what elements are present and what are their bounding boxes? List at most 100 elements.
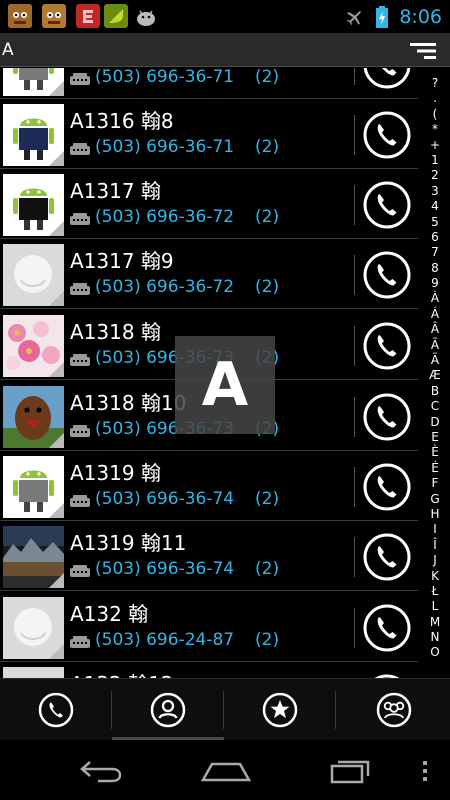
- contact-number-count: (2): [255, 277, 280, 297]
- alphabet-index-letter[interactable]: 1: [426, 153, 444, 168]
- alphabet-index-letter[interactable]: G: [426, 492, 444, 507]
- call-icon[interactable]: [362, 321, 412, 371]
- alphabet-index-letter[interactable]: 9: [426, 276, 444, 291]
- call-icon[interactable]: [362, 603, 412, 653]
- contact-phone-number: (503) 696-36-71: [95, 68, 235, 87]
- contact-row[interactable]: A1319 翰 (503) 696-36-74 (2): [0, 451, 418, 521]
- alphabet-index-letter[interactable]: 2: [426, 168, 444, 183]
- contact-row[interactable]: A1317 翰 (503) 696-36-72 (2): [0, 169, 418, 239]
- alphabet-index-letter[interactable]: À: [426, 291, 444, 306]
- alphabet-index-letter[interactable]: B: [426, 384, 444, 399]
- alphabet-index-letter[interactable]: Ä: [426, 353, 444, 368]
- alphabet-index-letter[interactable]: M: [426, 615, 444, 630]
- row-divider: [354, 255, 355, 295]
- contact-row[interactable]: A132 翰12: [0, 662, 418, 678]
- call-icon[interactable]: [362, 532, 412, 582]
- alphabet-index-letter[interactable]: Ł: [426, 584, 444, 599]
- alphabet-index-letter[interactable]: *: [426, 122, 444, 137]
- alphabet-index-letter[interactable]: 4: [426, 199, 444, 214]
- contact-avatar[interactable]: [3, 386, 64, 448]
- overflow-menu-icon[interactable]: [420, 756, 430, 786]
- alphabet-index-letter[interactable]: D: [426, 415, 444, 430]
- row-divider: [354, 185, 355, 225]
- contact-avatar[interactable]: [3, 104, 64, 166]
- row-divider: [354, 467, 355, 507]
- alphabet-index-letter[interactable]: Ã: [426, 338, 444, 353]
- contact-row[interactable]: A1319 翰11 (503) 696-36-74 (2): [0, 521, 418, 591]
- call-icon[interactable]: [362, 462, 412, 512]
- tab-contacts[interactable]: [112, 679, 224, 741]
- alphabet-index-letter[interactable]: (: [426, 107, 444, 122]
- back-icon[interactable]: [76, 756, 124, 786]
- sort-menu-icon[interactable]: [410, 41, 436, 61]
- contact-row[interactable]: A1316 翰8 (503) 696-36-71 (2): [0, 99, 418, 169]
- alphabet-index-letter[interactable]: O: [426, 645, 444, 660]
- home-icon[interactable]: [200, 756, 252, 786]
- alphabet-index-letter[interactable]: 6: [426, 230, 444, 245]
- contact-number-count: (2): [255, 137, 280, 157]
- cat-app-icon-2: [42, 4, 66, 28]
- call-icon[interactable]: [362, 250, 412, 300]
- contact-row[interactable]: (503) 696-36-71 (2): [0, 68, 418, 99]
- alphabet-index-letter[interactable]: 3: [426, 184, 444, 199]
- system-nav-bar: [0, 740, 450, 800]
- row-divider: [354, 537, 355, 577]
- fast-scroll-letter-overlay: A: [175, 336, 275, 434]
- alphabet-index-letter[interactable]: Î: [426, 538, 444, 553]
- contact-number-count: (2): [255, 68, 280, 87]
- tab-groups[interactable]: [338, 679, 450, 741]
- red-app-icon: [76, 4, 100, 28]
- contact-number-count: (2): [255, 630, 280, 650]
- call-icon[interactable]: [362, 68, 412, 90]
- alphabet-index[interactable]: ?.(* +1 2 3 4 5 6 7 8 9 À Á Â Ã Ä Æ B C D E È É F G H I Î J K Ł L M N O: [426, 76, 444, 672]
- tab-phone[interactable]: [0, 679, 112, 741]
- recent-apps-icon[interactable]: [328, 756, 372, 786]
- contact-avatar[interactable]: [3, 244, 64, 306]
- alphabet-index-letter[interactable]: E: [426, 430, 444, 445]
- phone-type-icon: [70, 425, 90, 437]
- contact-avatar[interactable]: [3, 315, 64, 377]
- call-icon[interactable]: [362, 110, 412, 160]
- alphabet-index-letter[interactable]: +: [426, 138, 444, 153]
- alphabet-index-letter[interactable]: 7: [426, 245, 444, 260]
- alphabet-index-letter[interactable]: ?: [426, 76, 444, 91]
- row-divider: [354, 326, 355, 366]
- contact-name: A1317 翰9: [70, 249, 174, 273]
- phone-type-icon: [70, 283, 90, 295]
- contact-row[interactable]: A132 翰 (503) 696-24-87 (2): [0, 592, 418, 662]
- android-icon: [134, 4, 158, 28]
- contact-avatar[interactable]: [3, 667, 64, 678]
- alphabet-index-letter[interactable]: L: [426, 599, 444, 614]
- alphabet-index-letter[interactable]: .: [426, 91, 444, 106]
- cat-app-icon: [8, 4, 32, 28]
- contact-avatar[interactable]: [3, 597, 64, 659]
- alphabet-index-letter[interactable]: F: [426, 476, 444, 491]
- alphabet-index-letter[interactable]: É: [426, 461, 444, 476]
- alphabet-index-letter[interactable]: Â: [426, 322, 444, 337]
- star-icon: [262, 692, 298, 728]
- alphabet-index-letter[interactable]: Æ: [426, 368, 444, 383]
- alphabet-index-letter[interactable]: H: [426, 507, 444, 522]
- row-divider: [354, 608, 355, 648]
- contact-name: A132 翰12: [70, 668, 174, 678]
- call-icon[interactable]: [362, 180, 412, 230]
- contact-avatar[interactable]: [3, 456, 64, 518]
- alphabet-index-letter[interactable]: È: [426, 445, 444, 460]
- contact-phone-number: (503) 696-36-71: [95, 137, 235, 157]
- alphabet-index-letter[interactable]: 5: [426, 215, 444, 230]
- tab-favorites[interactable]: [224, 679, 336, 741]
- contact-number-count: (2): [255, 207, 280, 227]
- alphabet-index-letter[interactable]: J: [426, 553, 444, 568]
- contact-avatar[interactable]: [3, 68, 64, 96]
- alphabet-index-letter[interactable]: N: [426, 630, 444, 645]
- alphabet-index-letter[interactable]: Á: [426, 307, 444, 322]
- phone-type-icon: [70, 636, 90, 648]
- contact-row[interactable]: A1317 翰9 (503) 696-36-72 (2): [0, 239, 418, 309]
- contact-avatar[interactable]: [3, 526, 64, 588]
- alphabet-index-letter[interactable]: I: [426, 522, 444, 537]
- alphabet-index-letter[interactable]: 8: [426, 261, 444, 276]
- contact-avatar[interactable]: [3, 174, 64, 236]
- call-icon[interactable]: [362, 392, 412, 442]
- alphabet-index-letter[interactable]: K: [426, 569, 444, 584]
- alphabet-index-letter[interactable]: C: [426, 399, 444, 414]
